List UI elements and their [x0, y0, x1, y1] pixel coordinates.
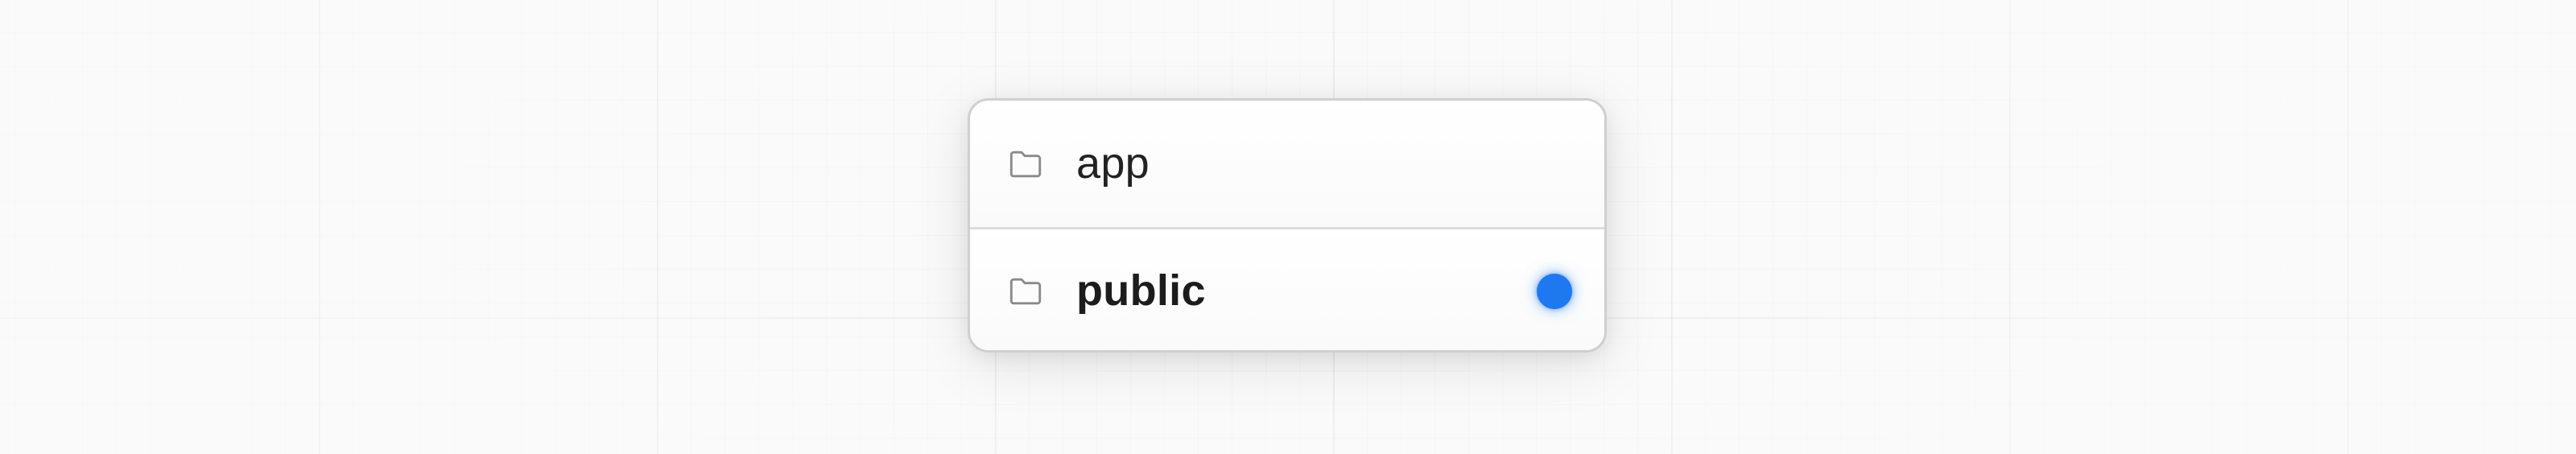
- diagram-canvas: app public: [0, 0, 2576, 454]
- folder-icon: [1007, 146, 1044, 183]
- folder-list-card: app public: [968, 98, 1607, 353]
- folder-row-app[interactable]: app: [970, 101, 1604, 227]
- folder-name: app: [1076, 138, 1150, 188]
- highlight-dot-icon: [1537, 273, 1572, 309]
- folder-row-public[interactable]: public: [970, 227, 1604, 350]
- folder-name: public: [1076, 266, 1206, 315]
- folder-icon: [1007, 273, 1044, 310]
